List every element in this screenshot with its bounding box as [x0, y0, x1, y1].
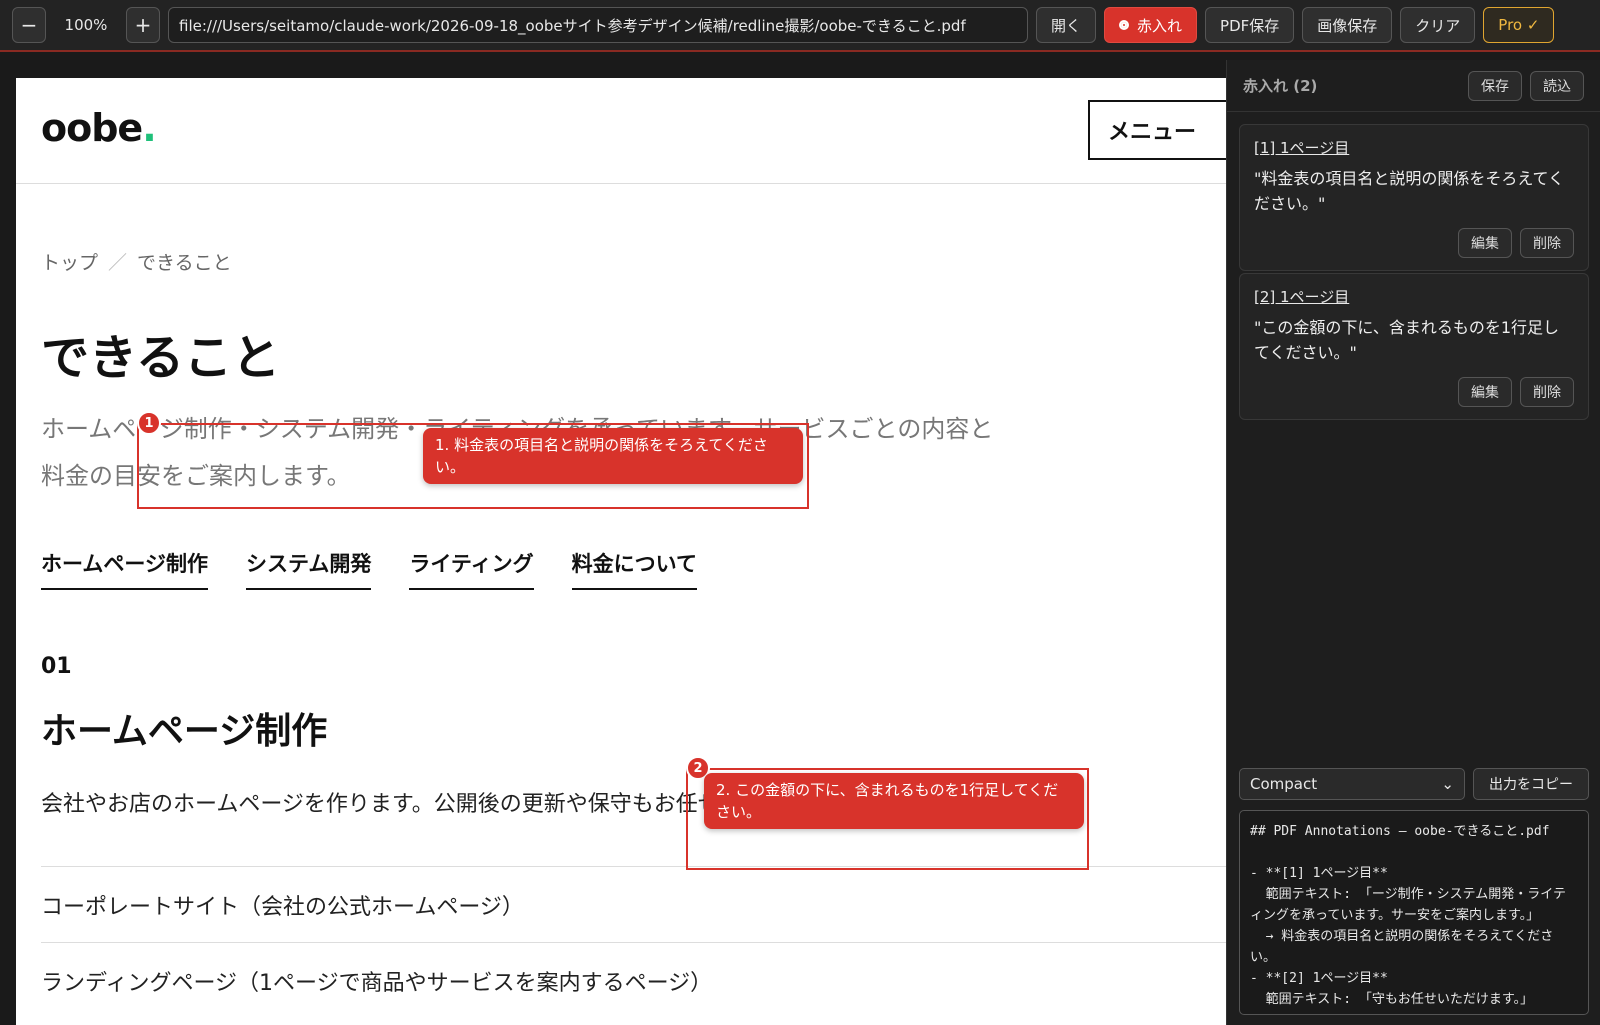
- output-format-select[interactable]: Compact ⌄: [1239, 768, 1465, 800]
- site-logo: oobe.: [41, 106, 157, 150]
- breadcrumb-separator: ／: [108, 252, 128, 274]
- annotation-card-2[interactable]: [2] 1ページ目 "この金額の下に、含まれるものを1行足してください。" 編集…: [1239, 273, 1589, 420]
- logo-text: oobe: [41, 106, 143, 150]
- card-comment: "この金額の下に、含まれるものを1行足してください。": [1254, 318, 1560, 362]
- service-tabs: ホームページ制作 システム開発 ライティング 料金について: [41, 548, 698, 590]
- clear-button[interactable]: クリア: [1400, 7, 1476, 43]
- tab-homepage: ホームページ制作: [41, 548, 208, 590]
- output-controls: Compact ⌄ 出力をコピー: [1239, 768, 1589, 800]
- edit-button[interactable]: 編集: [1458, 228, 1512, 258]
- annotation-1-badge[interactable]: 1: [137, 411, 161, 435]
- section-title: ホームページ制作: [41, 711, 328, 752]
- annotation-card-1[interactable]: [1] 1ページ目 "料金表の項目名と説明の関係をそろえてください。" 編集 削…: [1239, 124, 1589, 271]
- annotation-1-bubble[interactable]: 1. 料金表の項目名と説明の関係をそろえてください。: [423, 428, 803, 484]
- service-list: コーポレートサイト（会社の公式ホームページ） ランディングページ（1ページで商品…: [41, 866, 1226, 1018]
- annotations-sidebar: 赤入れ (2) 保存 読込 [1] 1ページ目 "料金表の項目名と説明の関係をそ…: [1226, 60, 1600, 1025]
- output-textarea[interactable]: ## PDF Annotations — oobe-できること.pdf - **…: [1239, 810, 1589, 1015]
- breadcrumb: トップ ／ できること: [41, 248, 232, 275]
- delete-button[interactable]: 削除: [1520, 228, 1574, 258]
- pdf-page: oobe. メニュー トップ／できること できること ホームページ制作・システム…: [16, 78, 1226, 1025]
- site-header: oobe. メニュー: [16, 78, 1226, 184]
- image-save-button[interactable]: 画像保存: [1302, 7, 1393, 43]
- redline-button[interactable]: 赤入れ: [1104, 7, 1198, 43]
- card-comment: "料金表の項目名と説明の関係をそろえてください。": [1254, 169, 1565, 213]
- zoom-out-button[interactable]: −: [12, 7, 46, 43]
- section-number: 01: [41, 654, 72, 679]
- tab-pricing: 料金について: [571, 548, 698, 590]
- delete-button[interactable]: 削除: [1520, 377, 1574, 407]
- card-actions: 編集 削除: [1254, 377, 1574, 407]
- copy-output-button[interactable]: 出力をコピー: [1473, 768, 1589, 800]
- card-heading[interactable]: [2] 1ページ目: [1254, 286, 1574, 307]
- redline-label: 赤入れ: [1137, 16, 1183, 35]
- output-format-value: Compact: [1250, 775, 1318, 793]
- pro-button[interactable]: Pro ✓: [1483, 7, 1555, 43]
- file-path-input[interactable]: [168, 7, 1028, 43]
- breadcrumb-current: できること: [137, 252, 232, 274]
- annotation-2-bubble[interactable]: 2. この金額の下に、含まれるものを1行足してください。: [704, 773, 1084, 829]
- list-item: ランディングページ（1ページで商品やサービスを案内するページ）: [41, 942, 1226, 1018]
- sidebar-load-button[interactable]: 読込: [1530, 70, 1584, 101]
- edit-button[interactable]: 編集: [1458, 377, 1512, 407]
- zoom-level: 100%: [64, 16, 108, 34]
- toolbar: − 100% + 開く 赤入れ PDF保存 画像保存 クリア Pro ✓: [0, 0, 1600, 52]
- list-item: コーポレートサイト（会社の公式ホームページ）: [41, 866, 1226, 942]
- breadcrumb-home: トップ: [41, 252, 99, 274]
- sidebar-save-button[interactable]: 保存: [1468, 70, 1522, 101]
- card-heading[interactable]: [1] 1ページ目: [1254, 137, 1574, 158]
- tab-writing: ライティング: [409, 548, 534, 590]
- zoom-in-button[interactable]: +: [126, 7, 160, 43]
- sidebar-header: 赤入れ (2) 保存 読込: [1227, 60, 1600, 112]
- menu-button: メニュー: [1088, 100, 1226, 160]
- sidebar-header-actions: 保存 読込: [1468, 70, 1584, 101]
- chevron-down-icon: ⌄: [1441, 775, 1454, 793]
- logo-dot: .: [142, 106, 156, 150]
- record-icon: [1119, 20, 1130, 30]
- page-title: できること: [41, 330, 281, 386]
- tab-system: システム開発: [245, 548, 372, 590]
- open-button[interactable]: 開く: [1036, 7, 1097, 43]
- pdf-save-button[interactable]: PDF保存: [1205, 7, 1295, 43]
- card-actions: 編集 削除: [1254, 228, 1574, 258]
- sidebar-title: 赤入れ (2): [1243, 77, 1318, 95]
